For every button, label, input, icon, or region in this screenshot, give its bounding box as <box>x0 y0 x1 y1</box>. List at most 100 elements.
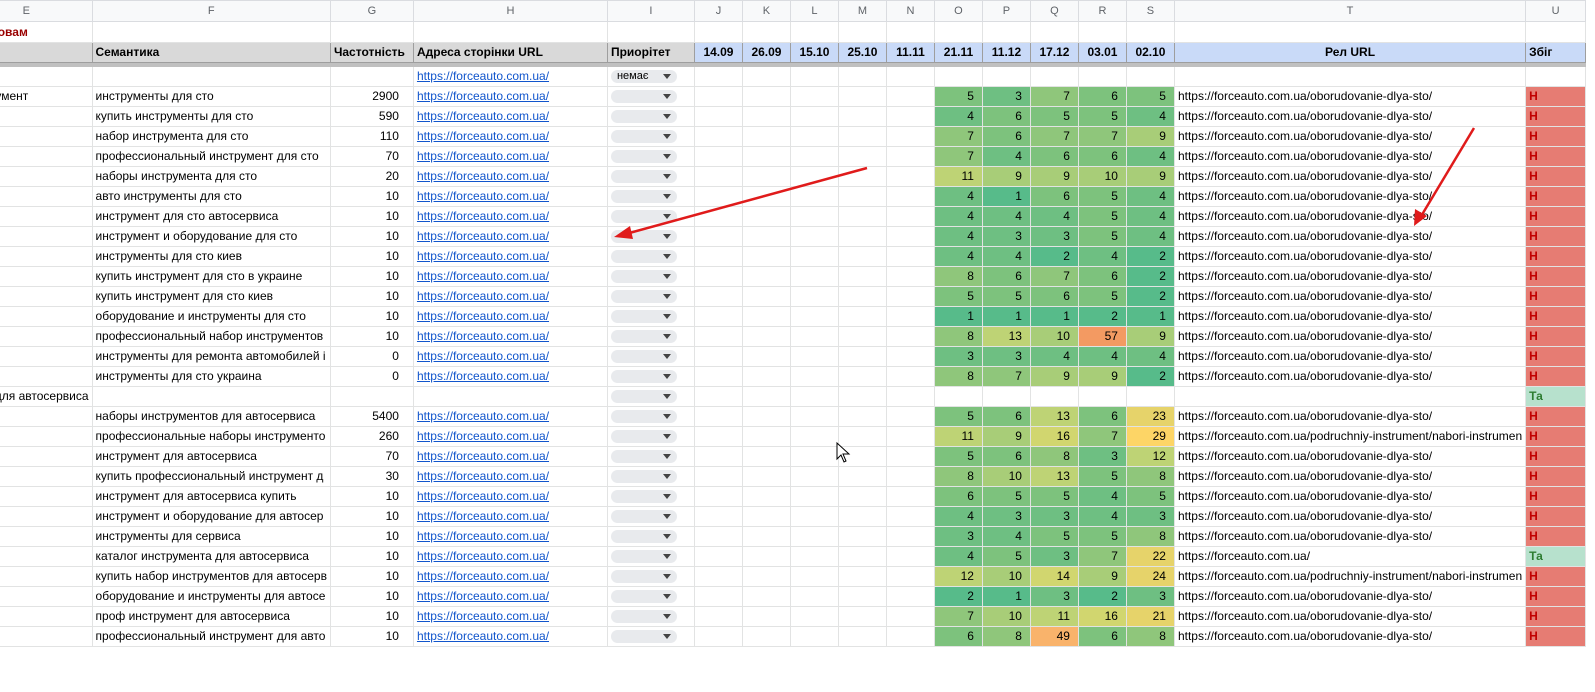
header-page-url[interactable]: Адреса сторінки URL <box>412 42 608 63</box>
empty-date-cell[interactable] <box>789 266 839 287</box>
frequency-cell[interactable]: 5400 <box>329 406 414 427</box>
priority-dropdown[interactable] <box>610 190 677 204</box>
column-header-t[interactable]: T <box>1173 0 1527 22</box>
position-cell[interactable]: 4 <box>933 546 983 567</box>
column-header-j[interactable]: J <box>693 0 743 22</box>
empty-date-cell[interactable] <box>837 486 887 507</box>
empty-date-cell[interactable] <box>741 286 791 307</box>
priority-cell[interactable] <box>606 586 695 607</box>
empty-date-cell[interactable] <box>789 286 839 307</box>
position-cell[interactable]: 8 <box>933 466 983 487</box>
empty-date-cell[interactable] <box>789 546 839 567</box>
position-cell[interactable]: 2 <box>933 586 983 607</box>
keyword-cell[interactable]: профессиональные наборы инструменто <box>91 426 331 447</box>
position-cell[interactable]: 11 <box>1029 606 1079 627</box>
position-cell[interactable]: 10 <box>981 466 1031 487</box>
empty-date-cell[interactable] <box>789 146 839 167</box>
priority-cell[interactable] <box>606 226 695 247</box>
priority-dropdown[interactable] <box>610 370 677 384</box>
position-cell[interactable]: 7 <box>933 146 983 167</box>
empty-date-cell[interactable] <box>741 486 791 507</box>
page-url-link[interactable]: https://forceauto.com.ua/ <box>417 109 549 123</box>
empty-date-cell[interactable] <box>837 146 887 167</box>
empty-date-cell[interactable] <box>885 206 935 227</box>
position-cell[interactable]: 6 <box>981 266 1031 287</box>
group-cell[interactable] <box>0 546 93 567</box>
priority-cell[interactable] <box>606 166 695 187</box>
empty-date-cell[interactable] <box>885 426 935 447</box>
match-cell[interactable]: Н <box>1525 286 1587 307</box>
rel-url-cell[interactable]: https://forceauto.com.ua/oborudovanie-dl… <box>1173 306 1527 327</box>
match-cell[interactable]: Та <box>1525 546 1587 567</box>
position-cell[interactable]: 13 <box>981 326 1031 347</box>
group-cell[interactable] <box>0 146 93 167</box>
match-cell[interactable]: Н <box>1525 246 1587 267</box>
empty-date-cell[interactable] <box>789 66 839 87</box>
empty-date-cell[interactable] <box>837 546 887 567</box>
position-cell[interactable]: 4 <box>1125 206 1175 227</box>
match-cell[interactable]: Н <box>1525 126 1587 147</box>
keyword-cell[interactable] <box>91 66 331 87</box>
position-cell[interactable]: 6 <box>1077 406 1127 427</box>
empty-date-cell[interactable] <box>789 506 839 527</box>
frequency-cell[interactable]: 10 <box>329 526 414 547</box>
position-cell[interactable]: 16 <box>1029 426 1079 447</box>
empty-date-cell[interactable] <box>837 66 887 87</box>
position-cell[interactable]: 8 <box>981 626 1031 647</box>
rel-url-cell[interactable] <box>1173 66 1527 87</box>
position-cell[interactable] <box>933 386 983 407</box>
priority-dropdown[interactable] <box>610 130 677 144</box>
page-url-link[interactable]: https://forceauto.com.ua/ <box>417 249 549 263</box>
page-url-cell[interactable]: https://forceauto.com.ua/ <box>412 106 608 127</box>
rel-url-cell[interactable]: https://forceauto.com.ua/oborudovanie-dl… <box>1173 406 1527 427</box>
keyword-cell[interactable]: инструменты для сто украина <box>91 366 331 387</box>
empty-date-cell[interactable] <box>789 466 839 487</box>
page-url-cell[interactable]: https://forceauto.com.ua/ <box>412 306 608 327</box>
empty-date-cell[interactable] <box>885 586 935 607</box>
priority-dropdown[interactable] <box>610 210 677 224</box>
position-cell[interactable]: 49 <box>1029 626 1079 647</box>
empty-date-cell[interactable] <box>789 606 839 627</box>
position-cell[interactable]: 6 <box>981 106 1031 127</box>
position-cell[interactable]: 12 <box>933 566 983 587</box>
priority-cell[interactable] <box>606 306 695 327</box>
match-cell[interactable]: Н <box>1525 566 1587 587</box>
page-url-cell[interactable]: https://forceauto.com.ua/ <box>412 426 608 447</box>
position-cell[interactable]: 12 <box>1125 446 1175 467</box>
priority-dropdown[interactable] <box>610 90 677 104</box>
page-url-link[interactable]: https://forceauto.com.ua/ <box>417 129 549 143</box>
priority-dropdown[interactable] <box>610 150 677 164</box>
position-cell[interactable]: 3 <box>1029 586 1079 607</box>
empty-cell[interactable] <box>606 21 695 43</box>
position-cell[interactable]: 23 <box>1125 406 1175 427</box>
page-url-cell[interactable]: https://forceauto.com.ua/ <box>412 206 608 227</box>
match-cell[interactable]: Н <box>1525 226 1587 247</box>
rel-url-cell[interactable]: https://forceauto.com.ua/oborudovanie-dl… <box>1173 86 1527 107</box>
position-cell[interactable]: 4 <box>1125 146 1175 167</box>
page-url-link[interactable]: https://forceauto.com.ua/ <box>417 169 549 183</box>
rel-url-cell[interactable]: https://forceauto.com.ua/oborudovanie-dl… <box>1173 246 1527 267</box>
priority-cell[interactable]: немає <box>606 66 695 87</box>
position-cell[interactable]: 3 <box>933 346 983 367</box>
empty-date-cell[interactable] <box>885 346 935 367</box>
priority-cell[interactable] <box>606 466 695 487</box>
header-date[interactable]: 11.11 <box>885 42 935 63</box>
empty-date-cell[interactable] <box>837 186 887 207</box>
position-cell[interactable]: 1 <box>1029 306 1079 327</box>
position-cell[interactable]: 5 <box>933 446 983 467</box>
position-cell[interactable]: 3 <box>981 506 1031 527</box>
frequency-cell[interactable]: 2900 <box>329 86 414 107</box>
priority-dropdown[interactable] <box>610 270 677 284</box>
position-cell[interactable]: 8 <box>1125 526 1175 547</box>
page-url-link[interactable]: https://forceauto.com.ua/ <box>417 349 549 363</box>
empty-cell[interactable] <box>933 21 983 43</box>
page-url-cell[interactable]: https://forceauto.com.ua/ <box>412 166 608 187</box>
priority-cell[interactable] <box>606 546 695 567</box>
empty-date-cell[interactable] <box>885 286 935 307</box>
match-cell[interactable]: Н <box>1525 146 1587 167</box>
position-cell[interactable]: 8 <box>1125 466 1175 487</box>
position-cell[interactable]: 2 <box>1125 246 1175 267</box>
position-cell[interactable]: 4 <box>933 206 983 227</box>
priority-cell[interactable] <box>606 186 695 207</box>
position-cell[interactable]: 6 <box>981 126 1031 147</box>
